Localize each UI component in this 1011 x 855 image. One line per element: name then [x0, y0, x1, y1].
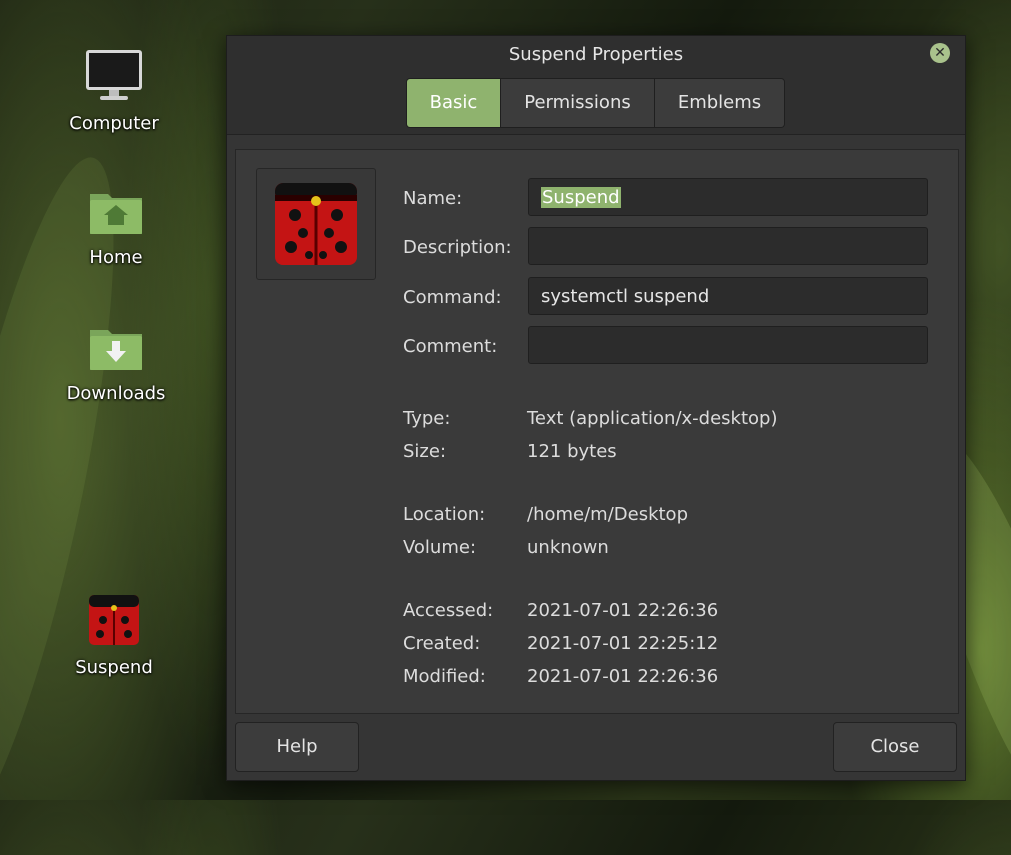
ladybug-icon: [275, 183, 357, 265]
tab-emblems[interactable]: Emblems: [655, 79, 784, 127]
close-button[interactable]: Close: [833, 722, 957, 772]
comment-label: Comment:: [403, 336, 498, 357]
modified-label: Modified:: [403, 666, 486, 687]
help-button[interactable]: Help: [235, 722, 359, 772]
created-value: 2021-07-01 22:25:12: [527, 633, 719, 654]
location-label: Location:: [403, 504, 486, 525]
volume-label: Volume:: [403, 537, 477, 558]
name-label: Name:: [403, 188, 463, 209]
description-label: Description:: [403, 237, 512, 258]
tab-basic[interactable]: Basic: [407, 79, 501, 127]
volume-value: unknown: [527, 537, 609, 558]
downloads-folder-icon: [56, 324, 176, 377]
close-icon[interactable]: ✕: [930, 43, 950, 63]
type-label: Type:: [403, 408, 451, 429]
type-value: Text (application/x-desktop): [527, 408, 778, 429]
command-label: Command:: [403, 287, 502, 308]
desktop-icon-suspend[interactable]: Suspend: [54, 594, 174, 678]
accessed-label: Accessed:: [403, 600, 494, 621]
desktop-icon-label: Computer: [69, 113, 159, 134]
icon-chooser-button[interactable]: [256, 168, 376, 280]
dialog-title: Suspend Properties: [508, 44, 684, 65]
tab-permissions[interactable]: Permissions: [501, 79, 655, 127]
desktop-icon-home[interactable]: Home: [56, 188, 176, 268]
name-value: Suspend: [541, 187, 621, 208]
created-label: Created:: [403, 633, 481, 654]
home-folder-icon: [56, 188, 176, 241]
computer-icon: [54, 48, 174, 107]
size-value: 121 bytes: [527, 441, 617, 462]
properties-dialog: Suspend Properties ✕ Basic Permissions E…: [226, 35, 966, 781]
desktop-icon-label: Downloads: [66, 383, 166, 404]
desktop-icon-label: Home: [89, 247, 143, 268]
desktop-icon-computer[interactable]: Computer: [54, 48, 174, 134]
accessed-value: 2021-07-01 22:26:36: [527, 600, 719, 621]
description-field[interactable]: [528, 227, 928, 265]
modified-value: 2021-07-01 22:26:36: [527, 666, 719, 687]
size-label: Size:: [403, 441, 447, 462]
basic-panel: Name: Suspend Description: Command: syst…: [235, 149, 959, 714]
comment-field[interactable]: [528, 326, 928, 364]
title-bar[interactable]: Suspend Properties ✕ Basic Permissions E…: [227, 36, 965, 135]
tab-bar: Basic Permissions Emblems: [406, 78, 785, 128]
name-field[interactable]: Suspend: [528, 178, 928, 216]
location-value: /home/m/Desktop: [527, 504, 688, 525]
command-field[interactable]: systemctl suspend: [528, 277, 928, 315]
desktop-icon-downloads[interactable]: Downloads: [56, 324, 176, 404]
desktop-icon-label: Suspend: [75, 657, 153, 678]
ladybug-icon: [54, 594, 174, 651]
